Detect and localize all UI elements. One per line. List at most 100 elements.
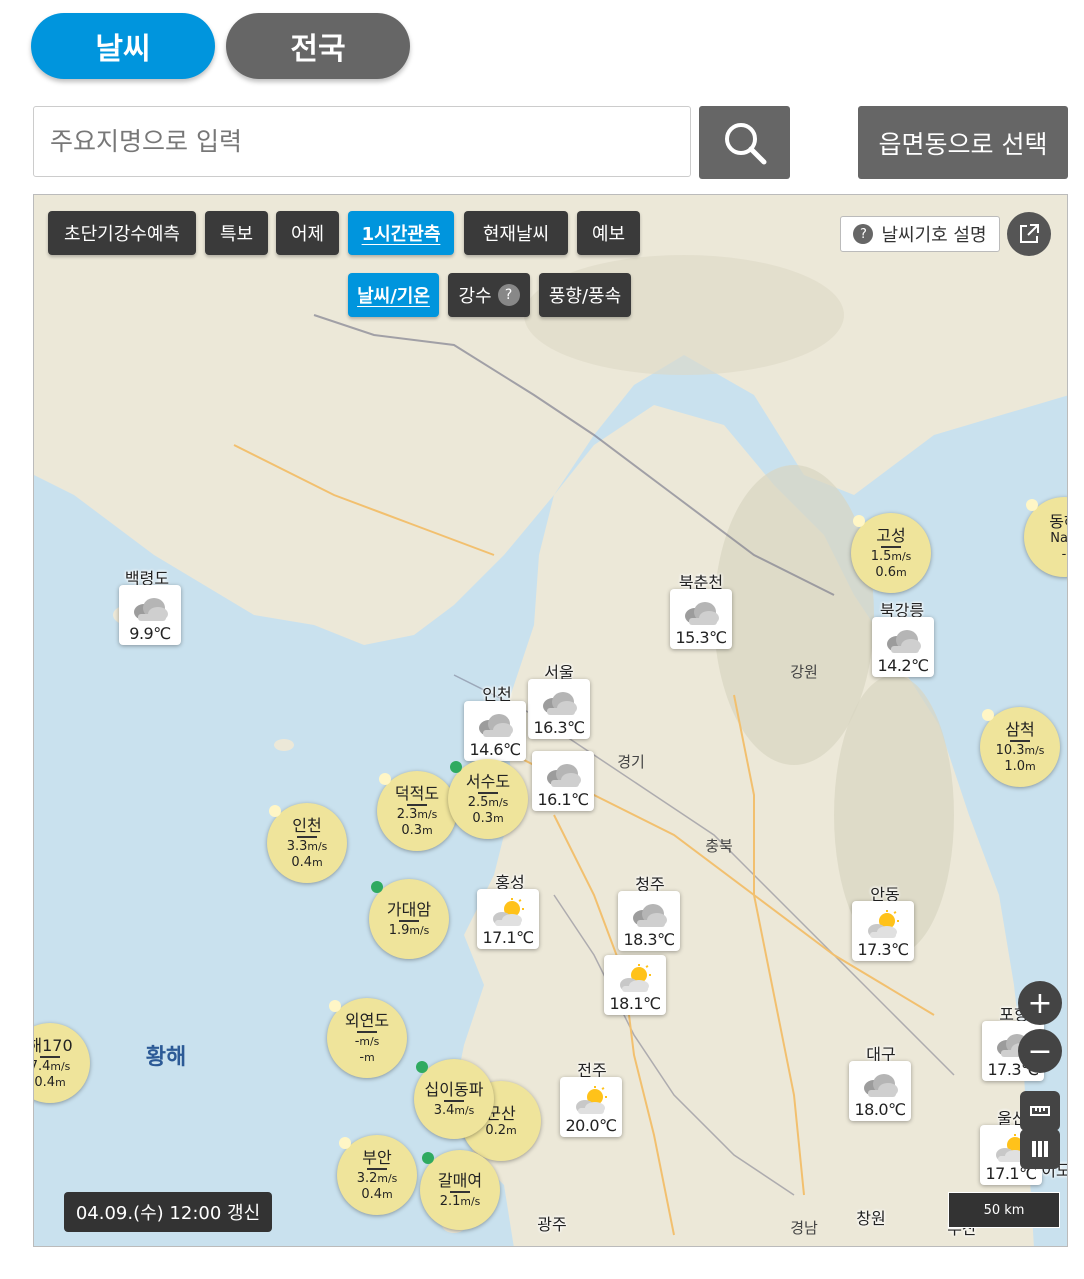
wind-bar-icon <box>478 792 498 794</box>
station-card[interactable]: 14.2℃ <box>872 617 934 677</box>
marine-buoy[interactable]: 가대암 1.9m/s <box>369 879 449 959</box>
chip-wind[interactable]: 풍향/풍속 <box>539 273 631 317</box>
wind-bar-icon <box>367 1168 387 1170</box>
station-card[interactable]: 16.3℃ <box>528 679 590 739</box>
buoy-name: 해170 <box>34 1035 73 1055</box>
station-card[interactable]: 16.1℃ <box>532 751 594 811</box>
wind-bar-icon <box>444 1099 464 1102</box>
sun-icon <box>982 709 994 721</box>
station-card[interactable]: 18.3℃ <box>618 891 680 951</box>
station-card[interactable]: 14.6℃ <box>464 701 526 761</box>
status-dot-icon <box>371 881 383 893</box>
map-type-button[interactable] <box>1020 1129 1060 1169</box>
marine-buoy[interactable]: 외연도 -m/s -m <box>327 998 407 1078</box>
search-button[interactable] <box>699 106 790 179</box>
marine-buoy[interactable]: 삼척 10.3m/s 1.0m <box>980 707 1060 787</box>
weather-map[interactable]: 초단기강수예측 특보 어제 1시간관측 현재날씨 예보 날씨/기온 강수 ? 풍… <box>33 194 1068 1247</box>
buoy-name: 삼척 <box>1005 719 1035 739</box>
sun-icon <box>329 1000 341 1012</box>
station-temp: 17.1℃ <box>482 928 534 947</box>
station-temp: 16.1℃ <box>537 790 589 809</box>
marine-buoy[interactable]: 서수도 2.5m/s 0.3m <box>448 759 528 839</box>
station-card[interactable]: 18.1℃ <box>604 955 666 1015</box>
chip-precipitation[interactable]: 강수 ? <box>448 273 530 317</box>
sun-icon <box>339 1137 351 1149</box>
buoy-name: 가대암 <box>386 899 432 919</box>
cloudy-icon <box>537 688 581 718</box>
sun-icon <box>853 515 865 527</box>
buoy-wind: 10.3m/s <box>995 743 1045 758</box>
wind-bar-icon <box>399 919 419 922</box>
marine-buoy[interactable]: 갈매여 2.1m/s <box>420 1150 500 1230</box>
sun-icon <box>379 773 391 785</box>
map-layers-icon <box>1032 1141 1048 1157</box>
buoy-name: 인천 <box>292 815 322 835</box>
buoy-wave: 0.3m <box>472 810 504 826</box>
chip-forecast[interactable]: 예보 <box>577 211 640 255</box>
buoy-wave: 1.0m <box>1004 758 1036 774</box>
wind-bar-icon <box>407 804 427 806</box>
station-card[interactable]: 9.9℃ <box>119 585 181 645</box>
wind-bar-icon <box>881 546 901 548</box>
cloudy-icon <box>473 710 517 740</box>
cloudy-icon <box>679 598 723 628</box>
station-temp: 15.3℃ <box>675 628 727 647</box>
wind-bar-icon <box>357 1031 377 1033</box>
station-card[interactable]: 18.0℃ <box>849 1061 911 1121</box>
map-scale-bar: 50 km <box>948 1192 1060 1228</box>
open-external-button[interactable] <box>1007 212 1051 256</box>
chip-nowcast-precip[interactable]: 초단기강수예측 <box>48 211 196 255</box>
zoom-in-button[interactable]: + <box>1018 981 1062 1025</box>
marine-buoy[interactable]: 부안 3.2m/s 0.4m <box>337 1135 417 1215</box>
cloudy-icon <box>858 1070 902 1100</box>
chip-warnings[interactable]: 특보 <box>205 211 268 255</box>
region-label-chungbuk: 충북 <box>705 837 733 855</box>
marine-buoy[interactable]: 고성 1.5m/s 0.6m <box>851 513 931 593</box>
weather-symbol-legend-button[interactable]: ? 날씨기호 설명 <box>840 216 1000 252</box>
region-label-gyeongnam: 경남 <box>790 1219 818 1237</box>
marine-buoy[interactable]: 십이동파 3.4m/s <box>414 1059 494 1139</box>
chip-precipitation-label: 강수 <box>458 286 492 307</box>
zoom-out-button[interactable]: − <box>1018 1029 1062 1073</box>
chip-weather-temp[interactable]: 날씨/기온 <box>348 273 439 317</box>
wind-bar-icon <box>40 1056 60 1058</box>
sun-icon <box>1026 499 1038 511</box>
place-label: 광주 <box>537 1215 567 1234</box>
buoy-name: 동해 <box>1049 511 1067 531</box>
chip-hourly-observation[interactable]: 1시간관측 <box>348 211 454 255</box>
marine-buoy[interactable]: 덕적도 2.3m/s 0.3m <box>377 771 457 851</box>
sun-icon <box>269 805 281 817</box>
station-card[interactable]: 15.3℃ <box>670 589 732 649</box>
station-card[interactable]: 17.1℃ <box>477 889 539 949</box>
help-icon[interactable]: ? <box>497 284 520 306</box>
select-by-district-button[interactable]: 읍면동으로 선택 <box>858 106 1068 179</box>
partly-cloudy-icon <box>486 898 530 928</box>
station-temp: 18.1℃ <box>609 994 661 1013</box>
station-temp: 14.6℃ <box>469 740 521 759</box>
region-label-gangwon: 강원 <box>790 663 818 681</box>
update-timestamp: 04.09.(수) 12:00 갱신 <box>64 1192 272 1232</box>
search-input[interactable] <box>33 106 691 177</box>
buoy-name: 고성 <box>876 525 906 545</box>
chip-yesterday[interactable]: 어제 <box>276 211 339 255</box>
buoy-wave: 0.4m <box>291 854 323 870</box>
chip-current-weather[interactable]: 현재날씨 <box>464 211 568 255</box>
status-dot-icon <box>450 761 462 773</box>
tab-weather[interactable]: 날씨 <box>31 13 215 79</box>
buoy-name: 십이동파 <box>424 1079 484 1099</box>
station-temp: 14.2℃ <box>877 656 929 675</box>
measure-button[interactable] <box>1020 1091 1060 1131</box>
station-temp: 18.0℃ <box>854 1100 906 1119</box>
cloudy-icon <box>541 760 585 790</box>
status-dot-icon <box>422 1152 434 1164</box>
status-dot-icon <box>416 1061 428 1073</box>
buoy-name: 부안 <box>362 1147 392 1167</box>
tab-national[interactable]: 전국 <box>226 13 410 79</box>
station-card[interactable]: 20.0℃ <box>560 1077 622 1137</box>
station-temp: 16.3℃ <box>533 718 585 737</box>
sea-label-yellow-sea: 황해 <box>145 1045 187 1070</box>
station-card[interactable]: 17.3℃ <box>852 901 914 961</box>
cloudy-icon <box>128 594 172 624</box>
marine-buoy[interactable]: 인천 3.3m/s 0.4m <box>267 803 347 883</box>
station-temp: 18.3℃ <box>623 930 675 949</box>
